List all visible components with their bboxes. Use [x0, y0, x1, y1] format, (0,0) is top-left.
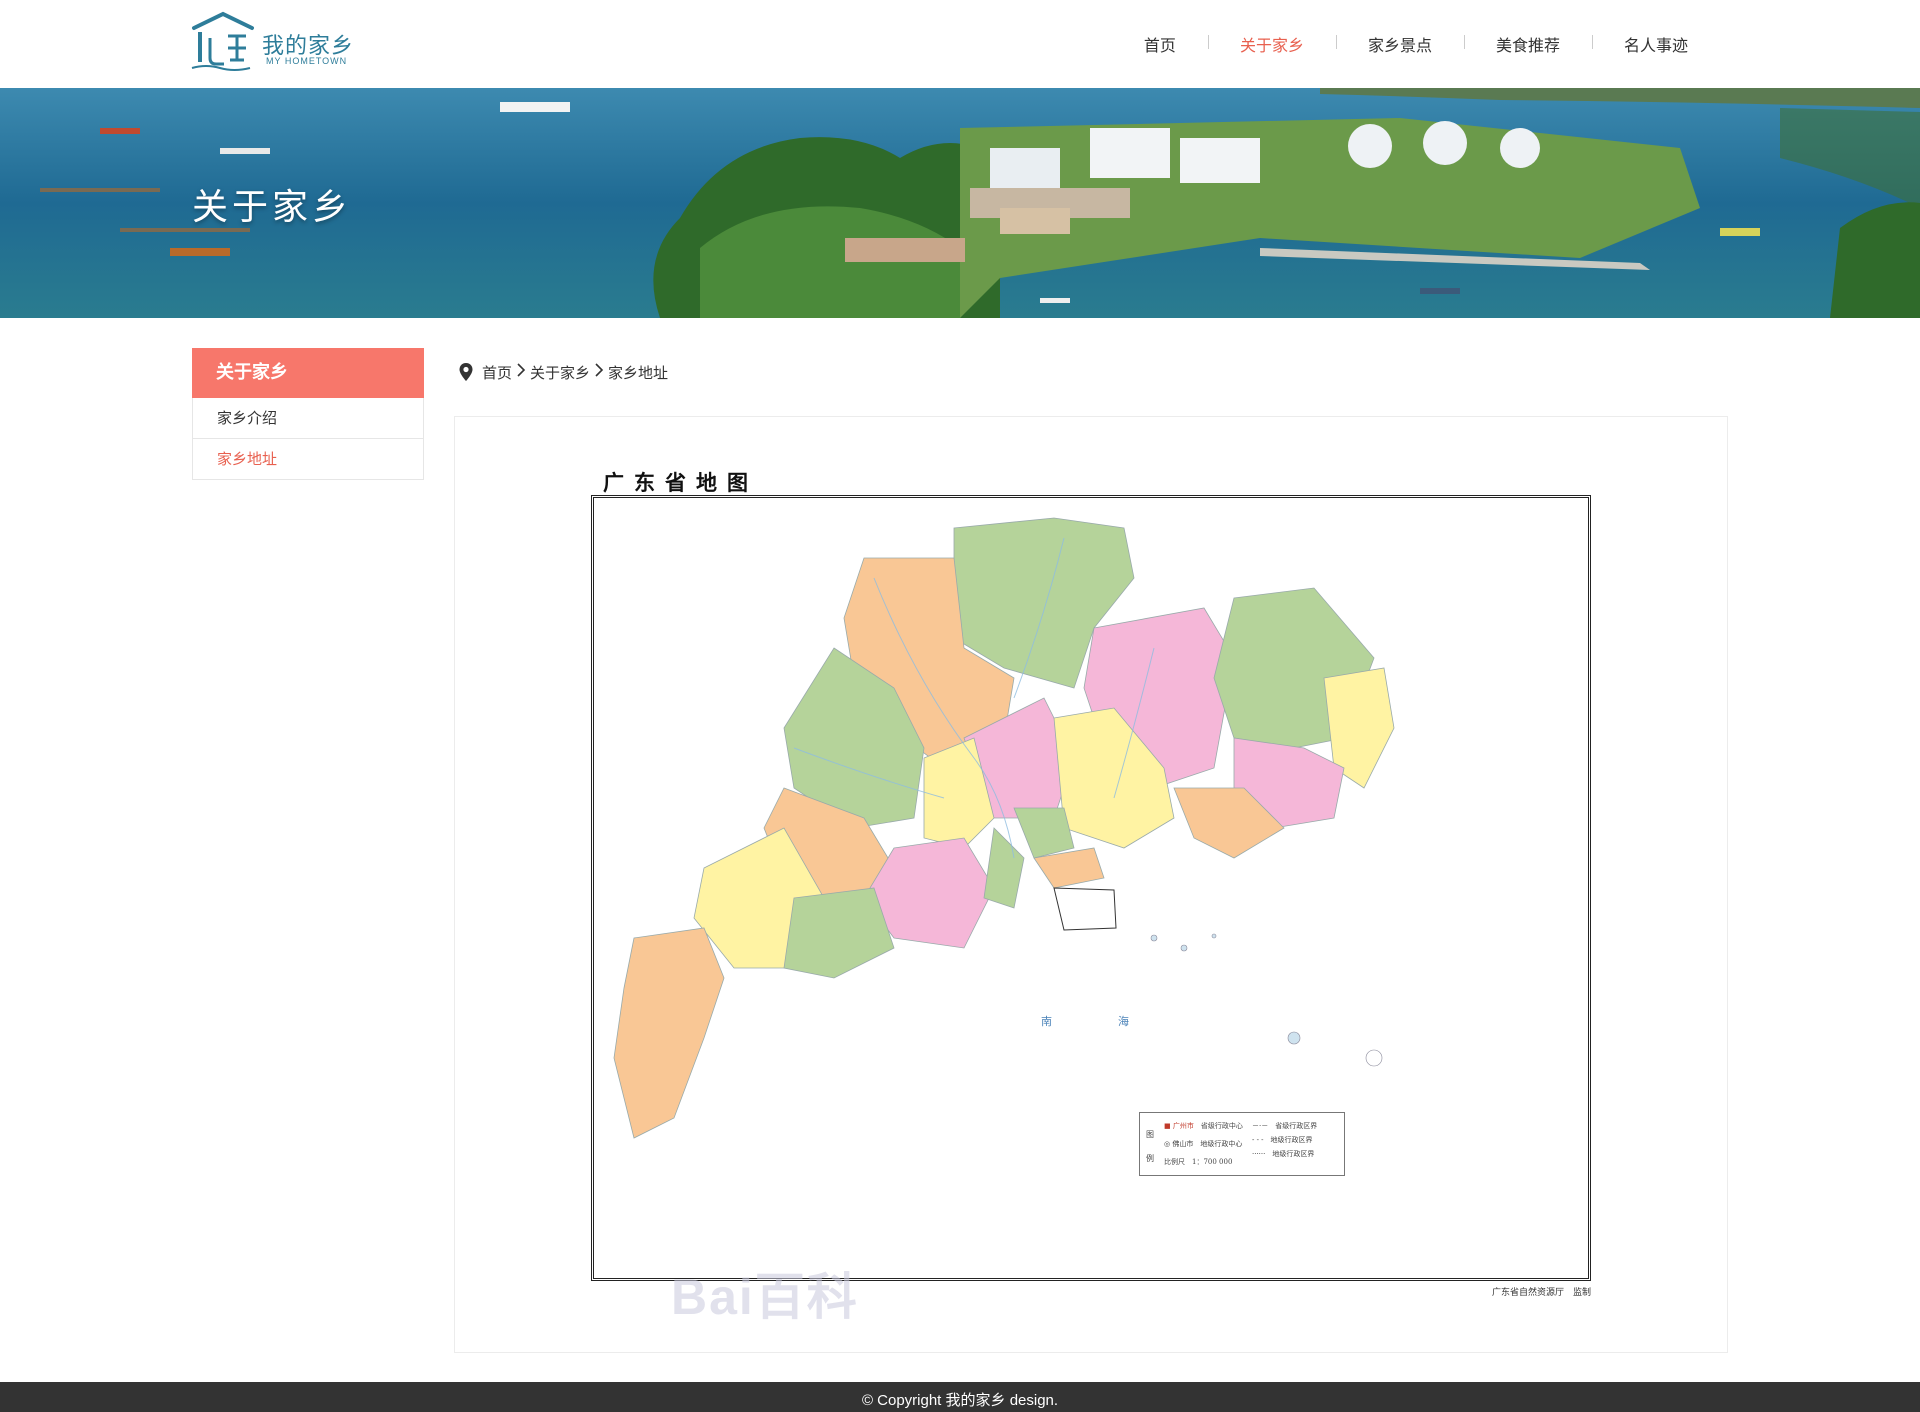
nav-item-about[interactable]: 关于家乡 — [1207, 32, 1336, 56]
sidebar-heading: 关于家乡 — [192, 348, 424, 398]
banner-title: 关于家乡 — [192, 187, 353, 228]
location-pin-icon — [459, 363, 473, 381]
legend-boundary-3: ······ 地级行政区界 — [1252, 1150, 1315, 1158]
nav-item-home[interactable]: 首页 — [1112, 32, 1208, 56]
breadcrumb-current: 家乡地址 — [608, 363, 669, 382]
map-title: 广东省地图 — [603, 470, 758, 495]
site-footer: © Copyright 我的家乡 design. — [0, 1382, 1920, 1412]
legend-city: ◎ 佛山市 地级行政中心 — [1164, 1140, 1243, 1148]
legend-capital: ■ 广州市 省级行政中心 — [1164, 1122, 1243, 1130]
house-logo-icon — [191, 11, 254, 71]
sea-label-south: 南 — [1041, 1015, 1052, 1028]
sidebar-item-address[interactable]: 家乡地址 — [192, 439, 424, 480]
sidebar-item-introduction[interactable]: 家乡介绍 — [192, 398, 424, 439]
copyright-text: © Copyright 我的家乡 design. — [861, 1392, 1059, 1409]
content-panel: 广东省地图 南 海 图例 ■ 广州市 省级行政中心 ◎ 佛山市 地级行政中心 比… — [454, 416, 1728, 1353]
breadcrumb-about[interactable]: 关于家乡 — [530, 362, 590, 383]
legend-boundary-2: - - - 地级行政区界 — [1252, 1136, 1313, 1144]
hero-banner: 关于家乡 — [0, 88, 1920, 318]
province-map: 广东省地图 南 海 图例 ■ 广州市 省级行政中心 ◎ 佛山市 地级行政中心 比… — [591, 467, 1601, 1325]
sidebar: 关于家乡 家乡介绍 家乡地址 — [192, 348, 424, 480]
main-nav: 首页 关于家乡 家乡景点 美食推荐 名人事迹 — [1112, 28, 1720, 60]
site-header: 我的家乡 MY HOMETOWN 首页 关于家乡 家乡景点 美食推荐 名人事迹 — [0, 0, 1920, 88]
breadcrumb: 首页 关于家乡 家乡地址 — [458, 360, 668, 384]
nav-item-celebrities[interactable]: 名人事迹 — [1591, 32, 1720, 56]
guangdong-map-image — [613, 517, 1395, 1139]
nav-item-attractions[interactable]: 家乡景点 — [1335, 32, 1464, 56]
chevron-right-icon — [590, 363, 608, 381]
legend-scale: 比例尺 1：700 000 — [1164, 1158, 1233, 1166]
map-credit: 广东省自然资源厅 监制 — [1491, 1288, 1591, 1298]
map-frame: 南 海 图例 ■ 广州市 省级行政中心 ◎ 佛山市 地级行政中心 比例尺 1：7… — [591, 495, 1591, 1281]
brand-subtitle: MY HOMETOWN — [266, 56, 348, 66]
legend-heading: 图例 — [1146, 1130, 1154, 1163]
map-legend: 图例 ■ 广州市 省级行政中心 ◎ 佛山市 地级行政中心 比例尺 1：700 0… — [1139, 1112, 1345, 1176]
sea-label-sea: 海 — [1118, 1015, 1129, 1028]
site-logo[interactable]: 我的家乡 MY HOMETOWN — [190, 10, 360, 78]
legend-boundary-1: －·－ 省级行政区界 — [1252, 1122, 1318, 1130]
nav-item-food[interactable]: 美食推荐 — [1463, 32, 1592, 56]
baike-watermark: Bai百科 — [671, 1269, 859, 1325]
chevron-right-icon — [512, 363, 530, 381]
breadcrumb-home[interactable]: 首页 — [482, 362, 512, 383]
